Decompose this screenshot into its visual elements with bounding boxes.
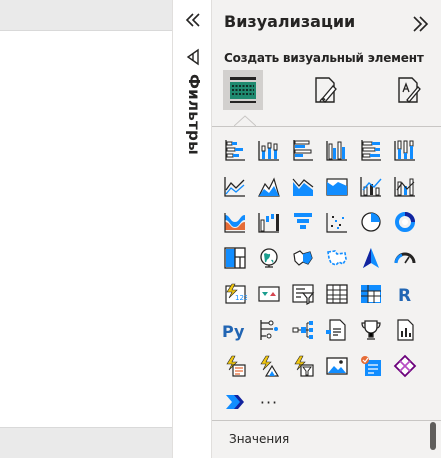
stacked-area-chart-icon[interactable]	[286, 169, 320, 203]
100-percent-stacked-bar-chart-icon[interactable]	[354, 133, 388, 167]
build-visual-heading: Создать визуальный элемент	[224, 51, 424, 65]
analytics-tab[interactable]	[388, 70, 428, 110]
more-visuals-text: ···	[259, 392, 279, 412]
azure-map-icon[interactable]	[354, 241, 388, 275]
line-and-clustered-column-chart-icon[interactable]	[354, 169, 388, 203]
gauge-icon[interactable]	[388, 241, 422, 275]
metrics-icon[interactable]	[354, 349, 388, 383]
qna-icon[interactable]	[320, 313, 354, 347]
ribbon-chart-icon[interactable]	[388, 169, 422, 203]
stacked-column-chart-icon[interactable]	[252, 133, 286, 167]
image-icon[interactable]	[320, 349, 354, 383]
custom-visual-icon[interactable]	[388, 349, 422, 383]
vertical-scrollbar[interactable]	[430, 422, 436, 450]
power-automate-icon[interactable]	[252, 349, 286, 383]
format-visual-icon	[315, 77, 337, 103]
line-chart-icon[interactable]	[218, 169, 252, 203]
visualizations-title: Визуализации	[224, 12, 356, 31]
chevron-double-right-icon[interactable]	[409, 13, 431, 35]
slicer-icon[interactable]	[286, 277, 320, 311]
chevron-double-left-icon[interactable]	[183, 10, 203, 30]
paginated-report-icon[interactable]	[388, 313, 422, 347]
area-chart-icon[interactable]	[252, 169, 286, 203]
build-visual-tab[interactable]	[223, 70, 263, 110]
divider	[212, 126, 441, 127]
funnel-chart-icon[interactable]	[286, 205, 320, 239]
clustered-column-chart-icon[interactable]	[320, 133, 354, 167]
more-visuals-icon[interactable]: ···	[252, 385, 286, 419]
python-visual-icon[interactable]: Py	[218, 313, 252, 347]
report-canvas-area	[0, 0, 172, 458]
filters-pane: Фильтры	[172, 0, 212, 458]
card-icon[interactable]: 123	[218, 277, 252, 311]
map-icon[interactable]	[252, 241, 286, 275]
power-automate-flow-icon[interactable]	[218, 385, 252, 419]
format-visual-tab[interactable]	[305, 70, 345, 110]
decomposition-tree-icon[interactable]	[286, 313, 320, 347]
clustered-bar-chart-icon[interactable]	[286, 133, 320, 167]
donut-chart-icon[interactable]	[388, 205, 422, 239]
shape-map-icon[interactable]	[320, 241, 354, 275]
divider	[212, 420, 441, 421]
treemap-icon[interactable]	[218, 241, 252, 275]
report-page[interactable]	[0, 30, 172, 428]
stacked-bar-chart-icon[interactable]	[218, 133, 252, 167]
filters-label[interactable]: Фильтры	[185, 74, 203, 155]
kpi-icon[interactable]	[252, 277, 286, 311]
smart-narrative-icon[interactable]	[354, 313, 388, 347]
filled-map-icon[interactable]	[286, 241, 320, 275]
pie-chart-icon[interactable]	[354, 205, 388, 239]
values-well-label: Значения	[229, 432, 290, 446]
power-apps-icon[interactable]	[218, 349, 252, 383]
visualizations-pane: Визуализации Создать визуальный элемент	[212, 0, 441, 458]
svg-text:Py: Py	[222, 322, 245, 341]
r-script-visual-icon[interactable]: R	[388, 277, 422, 311]
matrix-icon[interactable]	[354, 277, 388, 311]
ribbon-chart-alt-icon[interactable]	[218, 205, 252, 239]
scatter-chart-icon[interactable]	[320, 205, 354, 239]
svg-text:123: 123	[235, 294, 247, 302]
funnel-icon	[184, 48, 202, 66]
key-influencers-icon[interactable]	[252, 313, 286, 347]
arcgis-map-icon[interactable]	[286, 349, 320, 383]
analytics-icon	[398, 77, 421, 103]
svg-text:R: R	[398, 286, 411, 306]
line-and-stacked-column-chart-icon[interactable]	[320, 169, 354, 203]
build-visual-icon	[230, 77, 256, 103]
table-icon[interactable]	[320, 277, 354, 311]
100-percent-stacked-column-chart-icon[interactable]	[388, 133, 422, 167]
waterfall-chart-icon[interactable]	[252, 205, 286, 239]
